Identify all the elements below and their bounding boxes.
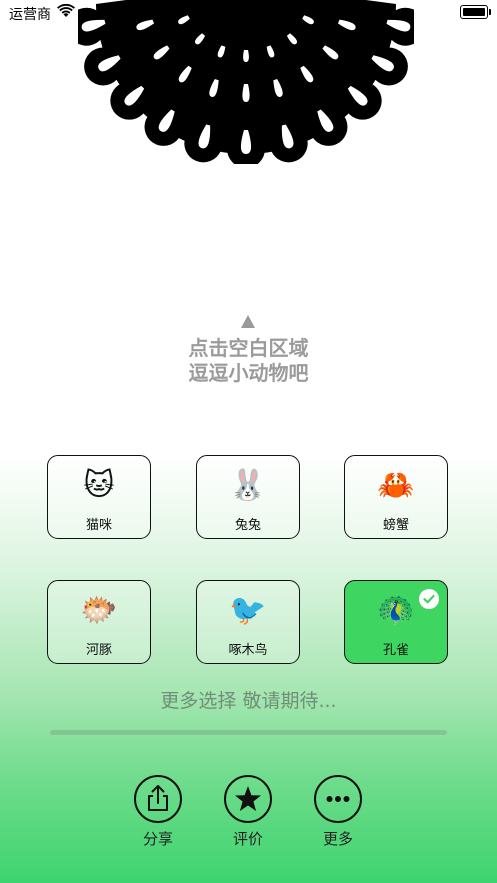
rate-button[interactable]: 评价	[224, 775, 272, 849]
crab-icon: 🦀	[377, 468, 415, 503]
animal-label: 啄木鸟	[228, 643, 268, 658]
up-arrow-icon	[241, 315, 255, 328]
slider-track[interactable]	[50, 730, 447, 735]
animal-label: 螃蟹	[382, 518, 409, 533]
wifi-icon	[57, 4, 75, 17]
more-icon	[314, 775, 362, 823]
animal-card-woodpecker[interactable]: 🐦 啄木鸟	[196, 580, 300, 664]
animal-card-crab[interactable]: 🦀 螃蟹	[344, 455, 448, 539]
hint-text-line2: 逗逗小动物吧	[188, 361, 309, 385]
battery-icon	[460, 5, 491, 19]
animal-card-pufferfish[interactable]: 🐡 河豚	[47, 580, 151, 664]
animal-card-peacock[interactable]: 🦚 孔雀	[344, 580, 448, 664]
star-icon	[224, 775, 272, 823]
peacock-tail-image[interactable]	[78, 0, 414, 164]
rate-label: 评价	[232, 830, 263, 848]
rabbit-icon: 🐰	[229, 468, 267, 503]
share-button[interactable]: 分享	[134, 775, 182, 849]
pufferfish-icon: 🐡	[80, 593, 118, 628]
carrier-label: 运营商	[9, 7, 51, 23]
more-label: 更多	[322, 830, 353, 848]
bird-icon: 🐦	[229, 593, 267, 628]
animal-label: 孔雀	[382, 643, 409, 658]
animal-card-cat[interactable]: 🐱 猫咪	[47, 455, 151, 539]
animal-label: 河豚	[85, 643, 112, 658]
hint-text-line1: 点击空白区域	[188, 336, 309, 360]
animal-card-rabbit[interactable]: 🐰 兔兔	[196, 455, 300, 539]
cat-icon: 🐱	[83, 468, 115, 503]
animal-label: 猫咪	[85, 518, 112, 533]
more-button[interactable]: 更多	[314, 775, 362, 849]
coming-soon-text: 更多选择 敬请期待...	[160, 690, 337, 712]
share-label: 分享	[142, 830, 173, 848]
checkmark-icon	[419, 589, 439, 609]
share-icon	[134, 775, 182, 823]
animal-label: 兔兔	[234, 518, 261, 533]
